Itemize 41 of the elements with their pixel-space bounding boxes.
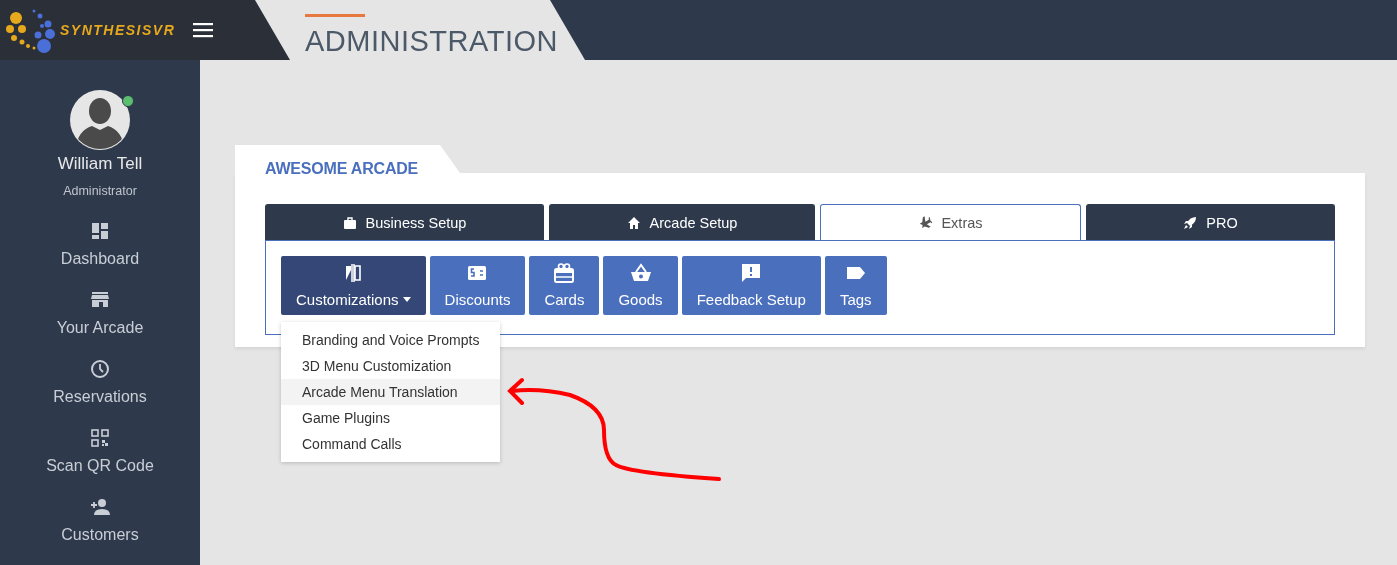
title-underline [305, 14, 365, 17]
tab[interactable]: Business Setup [265, 204, 544, 240]
basket-icon [629, 262, 652, 284]
tab[interactable]: Extras [820, 204, 1081, 240]
briefcase-icon [342, 215, 357, 230]
user-name: William Tell [57, 154, 143, 174]
nav-item[interactable]: Scan QR Code [42, 427, 158, 475]
nav-item[interactable]: Your Arcade [52, 289, 148, 337]
airplane-icon [918, 215, 933, 230]
tab[interactable]: Arcade Setup [549, 204, 815, 240]
menu-icon [193, 22, 214, 38]
toolbar-button[interactable]: Discounts [429, 256, 526, 315]
nav-item[interactable]: Customers [57, 496, 143, 544]
menu-item[interactable]: Command Calls [281, 431, 500, 457]
toolbar-button[interactable]: Goods [603, 256, 678, 315]
nav-item[interactable]: Reservations [49, 358, 151, 406]
brand-name: SYNTHESISVR [60, 22, 176, 38]
menu-item[interactable]: 3D Menu Customization [281, 353, 500, 379]
nav-item[interactable]: Dashboard [56, 220, 144, 268]
rocket-icon [1183, 215, 1198, 230]
toolbar-button[interactable]: Feedback Setup [681, 256, 821, 315]
add-person-icon [89, 496, 111, 518]
user-role: Administrator [63, 184, 137, 198]
toolbar-button[interactable]: Tags [824, 256, 887, 315]
avatar-icon [70, 90, 130, 150]
gift-card-icon [553, 262, 576, 284]
toolbar-button[interactable]: Customizations [281, 256, 426, 315]
tab[interactable]: PRO [1086, 204, 1335, 240]
house-icon [626, 215, 641, 230]
caret-icon [402, 297, 411, 302]
page-title: ADMINISTRATION [305, 25, 558, 58]
menu-item[interactable]: Branding and Voice Prompts [281, 327, 500, 353]
toolbar-button[interactable]: Cards [529, 256, 600, 315]
dashboard-icon [89, 220, 111, 242]
card-title: AWESOME ARCADE [265, 160, 419, 177]
feedback-icon [740, 262, 763, 284]
menu-button[interactable] [193, 22, 214, 38]
qr-code-icon [89, 427, 111, 449]
clock-icon [89, 358, 111, 380]
menu-item[interactable]: Arcade Menu Translation [281, 379, 500, 405]
menu-item[interactable]: Game Plugins [281, 405, 500, 431]
